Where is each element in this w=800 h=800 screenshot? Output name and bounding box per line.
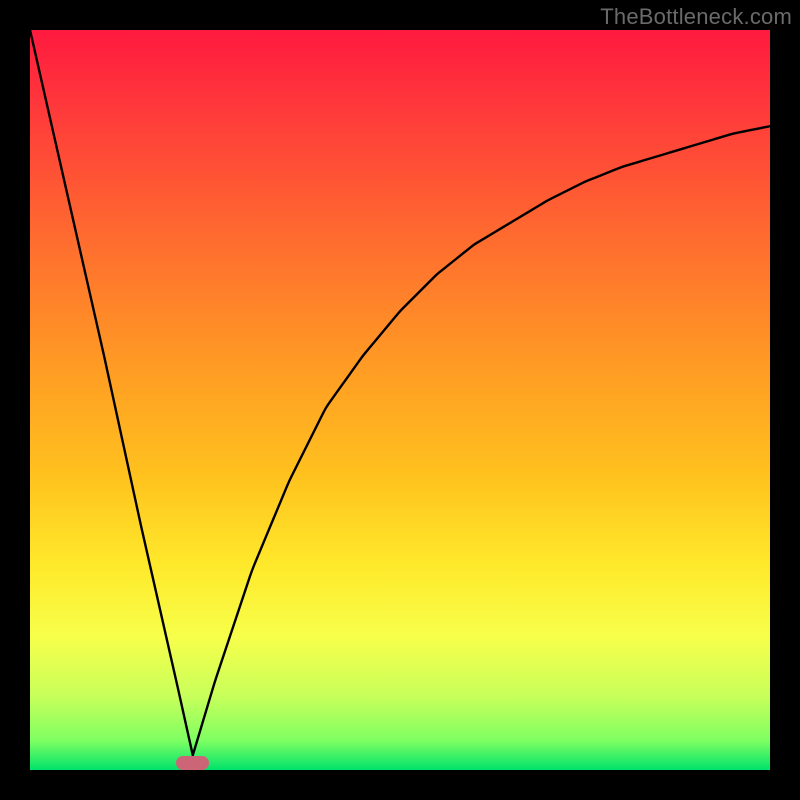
chart-svg bbox=[30, 30, 770, 770]
watermark-text: TheBottleneck.com bbox=[600, 4, 792, 30]
plot-area bbox=[30, 30, 770, 770]
optimum-marker bbox=[176, 756, 209, 770]
gradient-background bbox=[30, 30, 770, 770]
chart-frame: TheBottleneck.com bbox=[0, 0, 800, 800]
